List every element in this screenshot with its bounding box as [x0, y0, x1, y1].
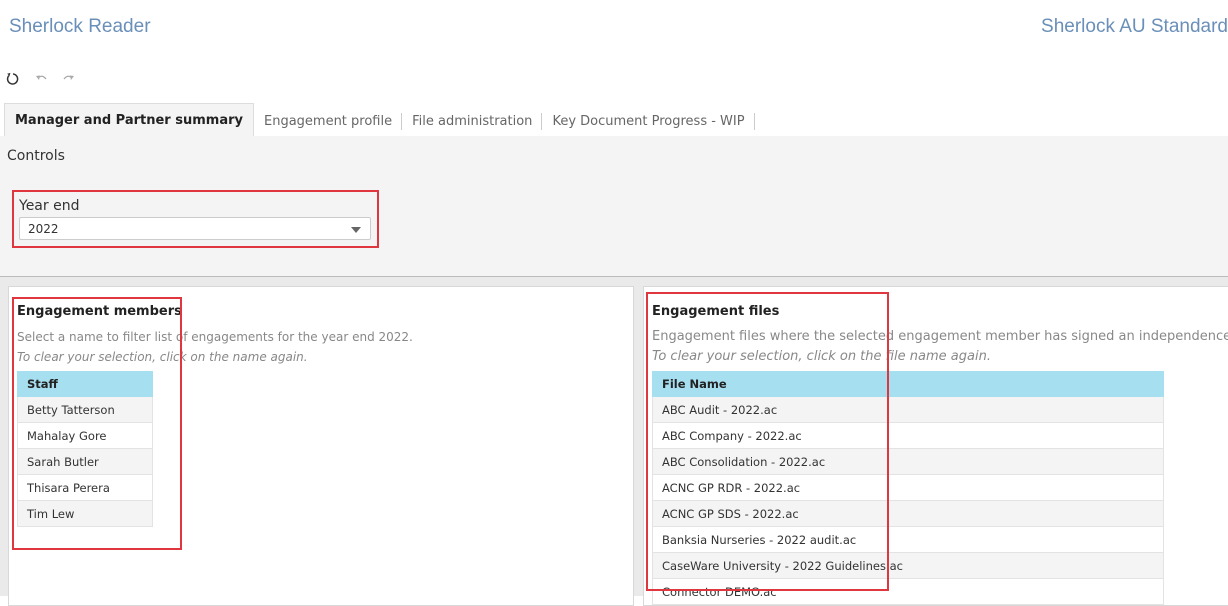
- refresh-icon[interactable]: [5, 71, 21, 87]
- tab-file-administration[interactable]: File administration: [402, 105, 543, 137]
- undo-icon[interactable]: [33, 71, 49, 87]
- controls-panel: Controls Year end 2022: [0, 136, 1228, 277]
- tab-manager-partner-summary[interactable]: Manager and Partner summary: [4, 103, 254, 137]
- highlight-box-year-end: [12, 190, 379, 248]
- lower-area: Engagement members Select a name to filt…: [0, 277, 1228, 606]
- tab-key-document-progress[interactable]: Key Document Progress - WIP: [542, 105, 755, 137]
- app-title: Sherlock Reader: [9, 16, 151, 37]
- controls-title: Controls: [7, 148, 65, 164]
- template-title: Sherlock AU Standard: [1041, 16, 1228, 37]
- redo-icon[interactable]: [61, 71, 77, 87]
- tab-bar: Manager and Partner summary Engagement p…: [4, 103, 1228, 137]
- highlight-box-members: [12, 297, 182, 550]
- toolbar: [5, 70, 77, 88]
- tab-engagement-profile[interactable]: Engagement profile: [254, 105, 403, 137]
- highlight-box-files: [646, 292, 889, 591]
